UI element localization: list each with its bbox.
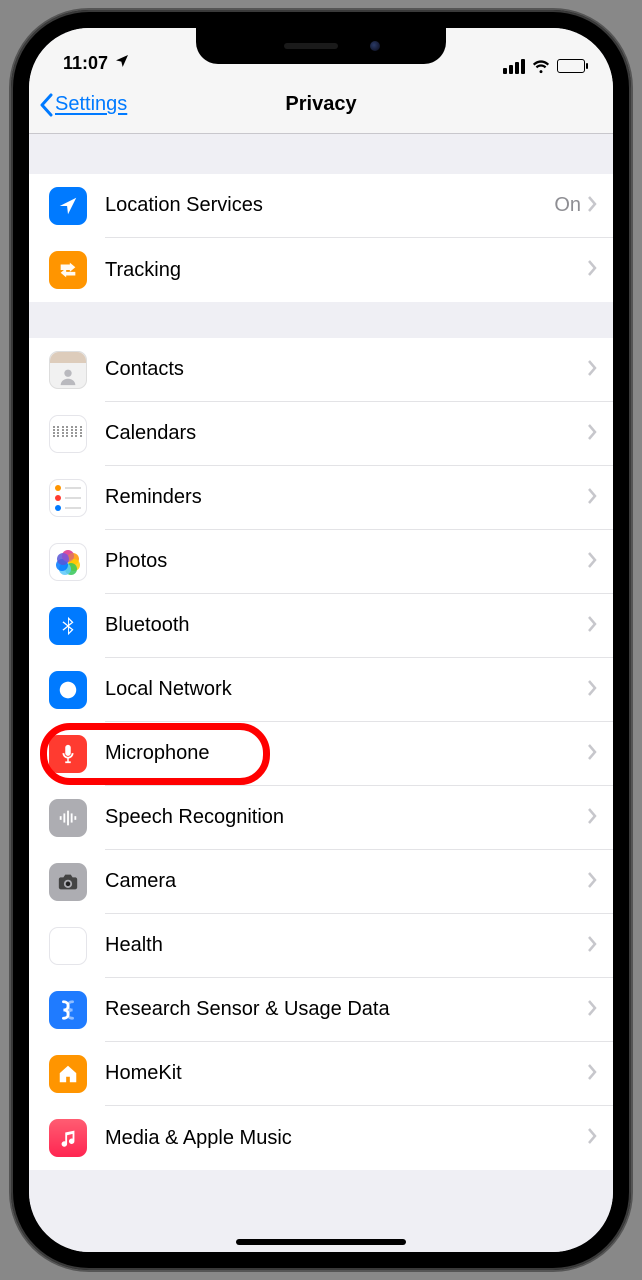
- screen: 11:07 Settings Privacy Lo: [29, 28, 613, 1252]
- heart-icon: [49, 927, 87, 965]
- row-label: Bluetooth: [105, 614, 587, 637]
- row-label: Health: [105, 934, 587, 957]
- photos-icon: [49, 543, 87, 581]
- music-icon: [49, 1119, 87, 1157]
- chevron-right-icon: [587, 805, 597, 831]
- chevron-left-icon: [39, 93, 53, 117]
- location-arrow-icon: [114, 53, 130, 74]
- settings-group: Contacts Calendars Reminders Photos Bluetoot…: [29, 338, 613, 1170]
- row-health[interactable]: Health: [29, 914, 613, 978]
- row-camera[interactable]: Camera: [29, 850, 613, 914]
- location-arrow-icon: [49, 187, 87, 225]
- row-contacts[interactable]: Contacts: [29, 338, 613, 402]
- row-label: Tracking: [105, 259, 587, 282]
- chevron-right-icon: [587, 933, 597, 959]
- row-speech-recognition[interactable]: Speech Recognition: [29, 786, 613, 850]
- wifi-icon: [531, 58, 551, 74]
- bluetooth-icon: [49, 607, 87, 645]
- section-gap: [29, 302, 613, 338]
- waveform-icon: [49, 799, 87, 837]
- tracking-icon: [49, 251, 87, 289]
- row-label: Photos: [105, 550, 587, 573]
- chevron-right-icon: [587, 193, 597, 219]
- row-label: Media & Apple Music: [105, 1127, 587, 1150]
- reminders-icon: [49, 479, 87, 517]
- chevron-right-icon: [587, 869, 597, 895]
- phone-frame: 11:07 Settings Privacy Lo: [11, 10, 631, 1270]
- row-calendars[interactable]: Calendars: [29, 402, 613, 466]
- globe-icon: [49, 671, 87, 709]
- microphone-icon: [49, 735, 87, 773]
- row-bluetooth[interactable]: Bluetooth: [29, 594, 613, 658]
- back-button[interactable]: Settings: [39, 93, 127, 117]
- notch: [196, 28, 446, 64]
- row-local-network[interactable]: Local Network: [29, 658, 613, 722]
- row-reminders[interactable]: Reminders: [29, 466, 613, 530]
- camera-icon: [49, 863, 87, 901]
- row-label: Camera: [105, 870, 587, 893]
- home-icon: [49, 1055, 87, 1093]
- chevron-right-icon: [587, 485, 597, 511]
- chevron-right-icon: [587, 1061, 597, 1087]
- contacts-icon: [49, 351, 87, 389]
- chevron-right-icon: [587, 613, 597, 639]
- back-label: Settings: [55, 93, 127, 116]
- row-research[interactable]: Research Sensor & Usage Data: [29, 978, 613, 1042]
- settings-group: Location ServicesOn Tracking: [29, 174, 613, 302]
- row-location-services[interactable]: Location ServicesOn: [29, 174, 613, 238]
- row-homekit[interactable]: HomeKit: [29, 1042, 613, 1106]
- chevron-right-icon: [587, 741, 597, 767]
- row-photos[interactable]: Photos: [29, 530, 613, 594]
- row-label: Contacts: [105, 358, 587, 381]
- row-detail: On: [554, 194, 581, 217]
- chevron-right-icon: [587, 357, 597, 383]
- row-label: Microphone: [105, 742, 587, 765]
- row-label: Speech Recognition: [105, 806, 587, 829]
- research-icon: [49, 991, 87, 1029]
- chevron-right-icon: [587, 421, 597, 447]
- chevron-right-icon: [587, 549, 597, 575]
- row-label: Local Network: [105, 678, 587, 701]
- row-label: HomeKit: [105, 1062, 587, 1085]
- page-title: Privacy: [285, 93, 356, 116]
- row-media[interactable]: Media & Apple Music: [29, 1106, 613, 1170]
- row-label: Research Sensor & Usage Data: [105, 998, 587, 1021]
- section-gap: [29, 134, 613, 174]
- cellular-icon: [503, 59, 525, 74]
- row-label: Reminders: [105, 486, 587, 509]
- status-time: 11:07: [63, 53, 108, 74]
- nav-bar: Settings Privacy: [29, 76, 613, 134]
- calendar-icon: [49, 415, 87, 453]
- row-microphone[interactable]: Microphone: [29, 722, 613, 786]
- row-label: Location Services: [105, 194, 554, 217]
- chevron-right-icon: [587, 1125, 597, 1151]
- row-label: Calendars: [105, 422, 587, 445]
- battery-icon: [557, 59, 585, 73]
- row-tracking[interactable]: Tracking: [29, 238, 613, 302]
- chevron-right-icon: [587, 997, 597, 1023]
- chevron-right-icon: [587, 677, 597, 703]
- chevron-right-icon: [587, 257, 597, 283]
- home-indicator[interactable]: [236, 1239, 406, 1245]
- content[interactable]: Location ServicesOn Tracking Contacts Calen…: [29, 134, 613, 1252]
